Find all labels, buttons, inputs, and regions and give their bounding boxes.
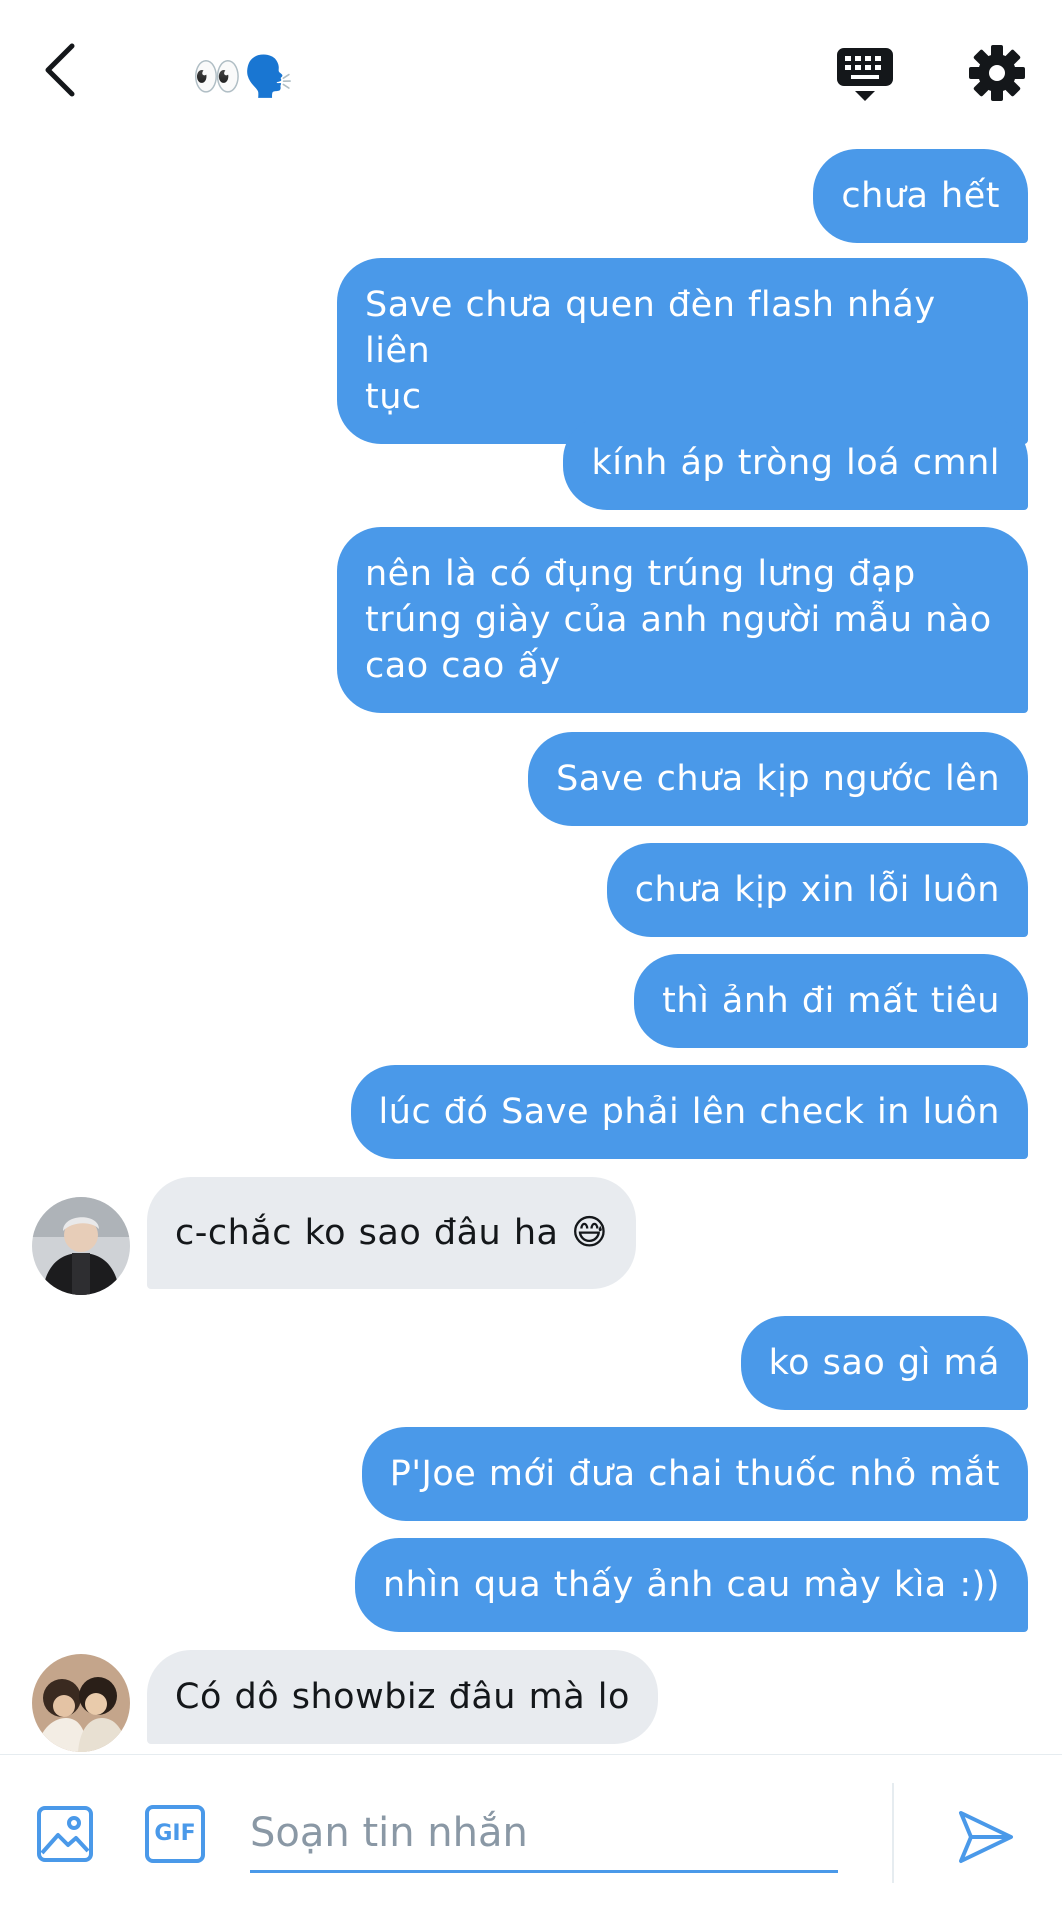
message-text: ko sao gì má bbox=[768, 1343, 1000, 1383]
message-bubble-outgoing[interactable]: ko sao gì má bbox=[740, 1316, 1028, 1410]
message-text: chưa hết bbox=[841, 176, 1000, 216]
conversation-title[interactable]: 👀🗣️ bbox=[192, 52, 296, 102]
message-text: chưa kịp xin lỗi luôn bbox=[634, 870, 1000, 910]
message-text: nhìn qua thấy ảnh cau mày kìa :)) bbox=[382, 1565, 1000, 1605]
message-text: thì ảnh đi mất tiêu bbox=[662, 981, 1000, 1021]
back-arrow-icon[interactable] bbox=[40, 40, 80, 100]
message-bubble-outgoing[interactable]: kính áp tròng loá cmnl bbox=[563, 416, 1028, 510]
message-bubble-outgoing[interactable]: thì ảnh đi mất tiêu bbox=[634, 954, 1028, 1048]
message-bubble-outgoing[interactable]: lúc đó Save phải lên check in luôn bbox=[350, 1065, 1028, 1159]
avatar[interactable] bbox=[32, 1197, 130, 1295]
avatar[interactable] bbox=[32, 1654, 130, 1752]
message-text-line: cao cao ấy bbox=[365, 646, 561, 686]
message-text: P'Joe mới đưa chai thuốc nhỏ mắt bbox=[389, 1454, 1000, 1494]
image-icon[interactable] bbox=[36, 1805, 94, 1863]
message-bubble-outgoing[interactable]: nhìn qua thấy ảnh cau mày kìa :)) bbox=[354, 1538, 1028, 1632]
message-list[interactable]: chưa hết Save chưa quen đèn flash nháy l… bbox=[0, 140, 1062, 1752]
message-text-line: Save chưa quen đèn flash nháy liên bbox=[365, 285, 936, 371]
message-bubble-incoming[interactable]: Có dô showbiz đâu mà lo bbox=[147, 1650, 658, 1744]
message-bubble-outgoing[interactable]: Save chưa kịp ngước lên bbox=[528, 732, 1028, 826]
message-text-line: trúng giày của anh người mẫu nào bbox=[365, 600, 992, 640]
message-text: kính áp tròng loá cmnl bbox=[591, 443, 1000, 483]
conversation-header: 👀🗣️ bbox=[0, 0, 1062, 140]
gif-button[interactable]: GIF bbox=[145, 1805, 205, 1863]
message-bubble-outgoing[interactable]: chưa hết bbox=[813, 149, 1028, 243]
gear-icon[interactable] bbox=[968, 44, 1026, 102]
message-bubble-incoming[interactable]: c-chắc ko sao đâu ha 😅 bbox=[147, 1177, 637, 1289]
message-bubble-outgoing[interactable]: nên là có đụng trúng lưng đạp trúng giày… bbox=[337, 527, 1028, 713]
message-composer: GIF bbox=[0, 1754, 1062, 1921]
message-text-line: tục bbox=[365, 377, 422, 417]
keyboard-icon[interactable] bbox=[835, 44, 895, 104]
message-bubble-outgoing[interactable]: P'Joe mới đưa chai thuốc nhỏ mắt bbox=[361, 1427, 1028, 1521]
composer-divider bbox=[892, 1783, 894, 1883]
message-input[interactable] bbox=[250, 1795, 838, 1873]
message-text-line: nên là có đụng trúng lưng đạp bbox=[365, 554, 916, 594]
message-text: Có dô showbiz đâu mà lo bbox=[175, 1677, 630, 1717]
message-text: Save chưa kịp ngước lên bbox=[556, 759, 1000, 799]
message-text: lúc đó Save phải lên check in luôn bbox=[378, 1092, 1000, 1132]
send-icon[interactable] bbox=[955, 1807, 1015, 1867]
message-text: c-chắc ko sao đâu ha 😅 bbox=[175, 1213, 609, 1253]
message-bubble-outgoing[interactable]: chưa kịp xin lỗi luôn bbox=[606, 843, 1028, 937]
